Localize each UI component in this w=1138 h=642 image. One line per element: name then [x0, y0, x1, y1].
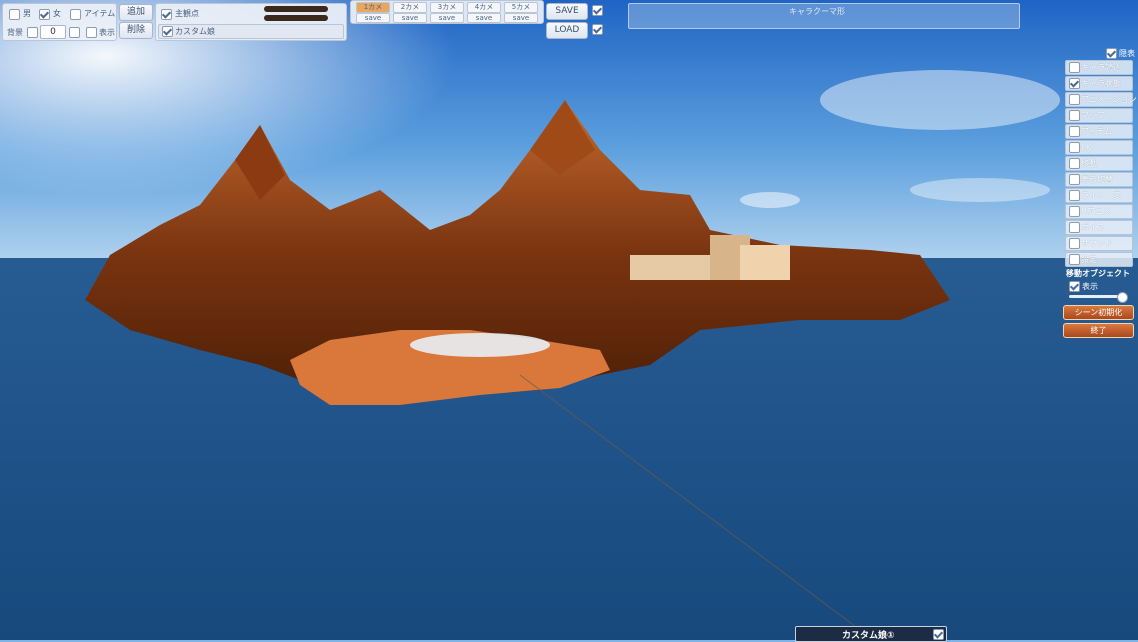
move-object-label: 移動オブジェクト — [1066, 269, 1130, 278]
menu-checkbox[interactable] — [1069, 110, 1080, 121]
menu-item-label: キャラ状態 — [1081, 79, 1121, 88]
menu-item-label: マップ — [1081, 111, 1105, 120]
menu-checkbox[interactable] — [1069, 254, 1080, 265]
menu-item-label: ライト 変 — [1081, 191, 1121, 200]
camera-save-5[interactable]: save — [504, 13, 538, 23]
move-object-show-checkbox[interactable] — [1069, 281, 1080, 292]
menu-item-label: Hアニメ — [1081, 207, 1111, 216]
male-label: 男 — [23, 9, 31, 18]
menu-item-display-toggle[interactable]: 表示切替 — [1065, 172, 1133, 187]
menu-item-label: サウンド — [1081, 239, 1113, 248]
menu-checkbox[interactable] — [1069, 62, 1080, 73]
menu-checkbox[interactable] — [1069, 158, 1080, 169]
main-viewpoint-label: 主観点 — [175, 9, 199, 18]
main-viewpoint-checkbox[interactable] — [161, 9, 172, 20]
menu-checkbox[interactable] — [1069, 126, 1080, 137]
male-checkbox[interactable] — [9, 9, 20, 20]
background-number-field[interactable]: 0 — [40, 25, 66, 39]
character-name-bar[interactable]: キャラクーマ形 — [628, 3, 1020, 29]
bg-next-button[interactable] — [69, 27, 80, 38]
slider-bar-1[interactable] — [264, 6, 328, 12]
female-label: 女 — [53, 9, 61, 18]
menu-item-label: ボイス — [1081, 223, 1105, 232]
camera-slots-panel: 1カメ 2カメ 3カメ 4カメ 5カメ save save save save … — [350, 0, 544, 24]
hide-ui-checkbox[interactable] — [1106, 48, 1117, 59]
show-checkbox[interactable] — [86, 27, 97, 38]
menu-checkbox[interactable] — [1069, 238, 1080, 249]
menu-checkbox[interactable] — [1069, 94, 1080, 105]
camera-save-3[interactable]: save — [430, 13, 464, 23]
camera-save-2[interactable]: save — [393, 13, 427, 23]
camera-save-4[interactable]: save — [467, 13, 501, 23]
item-checkbox[interactable] — [70, 9, 81, 20]
menu-item-settings[interactable]: 設定 — [1065, 252, 1133, 267]
show-label: 表示 — [99, 28, 115, 37]
menu-item-move[interactable]: 移動 — [1065, 156, 1133, 171]
menu-item-chara-load[interactable]: キャラ読込 — [1065, 60, 1133, 75]
menu-checkbox[interactable] — [1069, 206, 1080, 217]
bg-prev-button[interactable] — [27, 27, 38, 38]
move-object-slider[interactable] — [1069, 292, 1128, 303]
menu-item-label: アイテム — [1081, 127, 1113, 136]
menu-item-label: 表示切替 — [1081, 175, 1113, 184]
menu-item-light[interactable]: ライト 変 — [1065, 188, 1133, 203]
menu-item-voice[interactable]: ボイス — [1065, 220, 1133, 235]
camera-save-1[interactable]: save — [356, 13, 390, 23]
3d-viewport-scene[interactable] — [0, 0, 1138, 640]
menu-item-label: I K — [1081, 143, 1092, 152]
slider-handle[interactable] — [1117, 292, 1128, 303]
camera-slot-4[interactable]: 4カメ — [467, 2, 501, 13]
character-panel: 主観点 カスタム娘 — [155, 3, 347, 41]
load-confirm-checkbox[interactable] — [592, 24, 603, 35]
delete-button[interactable]: 削除 — [119, 22, 153, 39]
scene-toolbar: 男 女 アイテム 背景 0 表示 — [2, 3, 117, 41]
character-name-text: キャラクーマ形 — [789, 7, 845, 16]
camera-slot-3[interactable]: 3カメ — [430, 2, 464, 13]
camera-slot-1[interactable]: 1カメ — [356, 2, 390, 13]
menu-checkbox[interactable] — [1069, 142, 1080, 153]
load-button[interactable]: LOAD — [546, 22, 588, 39]
camera-slot-5[interactable]: 5カメ — [504, 2, 538, 13]
hide-ui-label: 隠表 — [1119, 49, 1135, 58]
slider-bar-2[interactable] — [264, 15, 328, 21]
menu-item-item[interactable]: アイテム — [1065, 124, 1133, 139]
menu-checkbox[interactable] — [1069, 78, 1080, 89]
selected-character-label: カスタム娘① — [842, 631, 895, 641]
female-checkbox[interactable] — [39, 9, 50, 20]
move-object-show-label: 表示 — [1082, 282, 1098, 291]
menu-checkbox[interactable] — [1069, 222, 1080, 233]
camera-slot-2[interactable]: 2カメ — [393, 2, 427, 13]
menu-item-map[interactable]: マップ — [1065, 108, 1133, 123]
menu-item-label: 設定 — [1081, 255, 1097, 264]
menu-checkbox[interactable] — [1069, 190, 1080, 201]
menu-item-label: アニメーション — [1081, 95, 1137, 104]
selected-character-checkbox[interactable] — [933, 629, 944, 640]
save-confirm-checkbox[interactable] — [592, 5, 603, 16]
save-button[interactable]: SAVE — [546, 3, 588, 20]
background-label: 背景 — [7, 28, 23, 37]
menu-checkbox[interactable] — [1069, 174, 1080, 185]
add-button[interactable]: 追加 — [119, 4, 153, 21]
menu-item-animation[interactable]: アニメーション — [1065, 92, 1137, 107]
scene-init-button[interactable]: シーン初期化 — [1063, 305, 1134, 320]
menu-item-label: キャラ読込 — [1081, 63, 1121, 72]
menu-item-sound[interactable]: サウンド — [1065, 236, 1133, 251]
menu-item-h-anime[interactable]: Hアニメ — [1065, 204, 1133, 219]
custom-girl-checkbox[interactable] — [162, 26, 173, 37]
menu-item-ik[interactable]: I K — [1065, 140, 1133, 155]
menu-item-chara-state[interactable]: キャラ状態 — [1065, 76, 1133, 91]
exit-button[interactable]: 終了 — [1063, 323, 1134, 338]
custom-girl-field[interactable]: カスタム娘 — [158, 24, 344, 39]
menu-item-label: 移動 — [1081, 159, 1097, 168]
item-label: アイテム — [84, 9, 116, 18]
custom-girl-label: カスタム娘 — [175, 27, 215, 36]
